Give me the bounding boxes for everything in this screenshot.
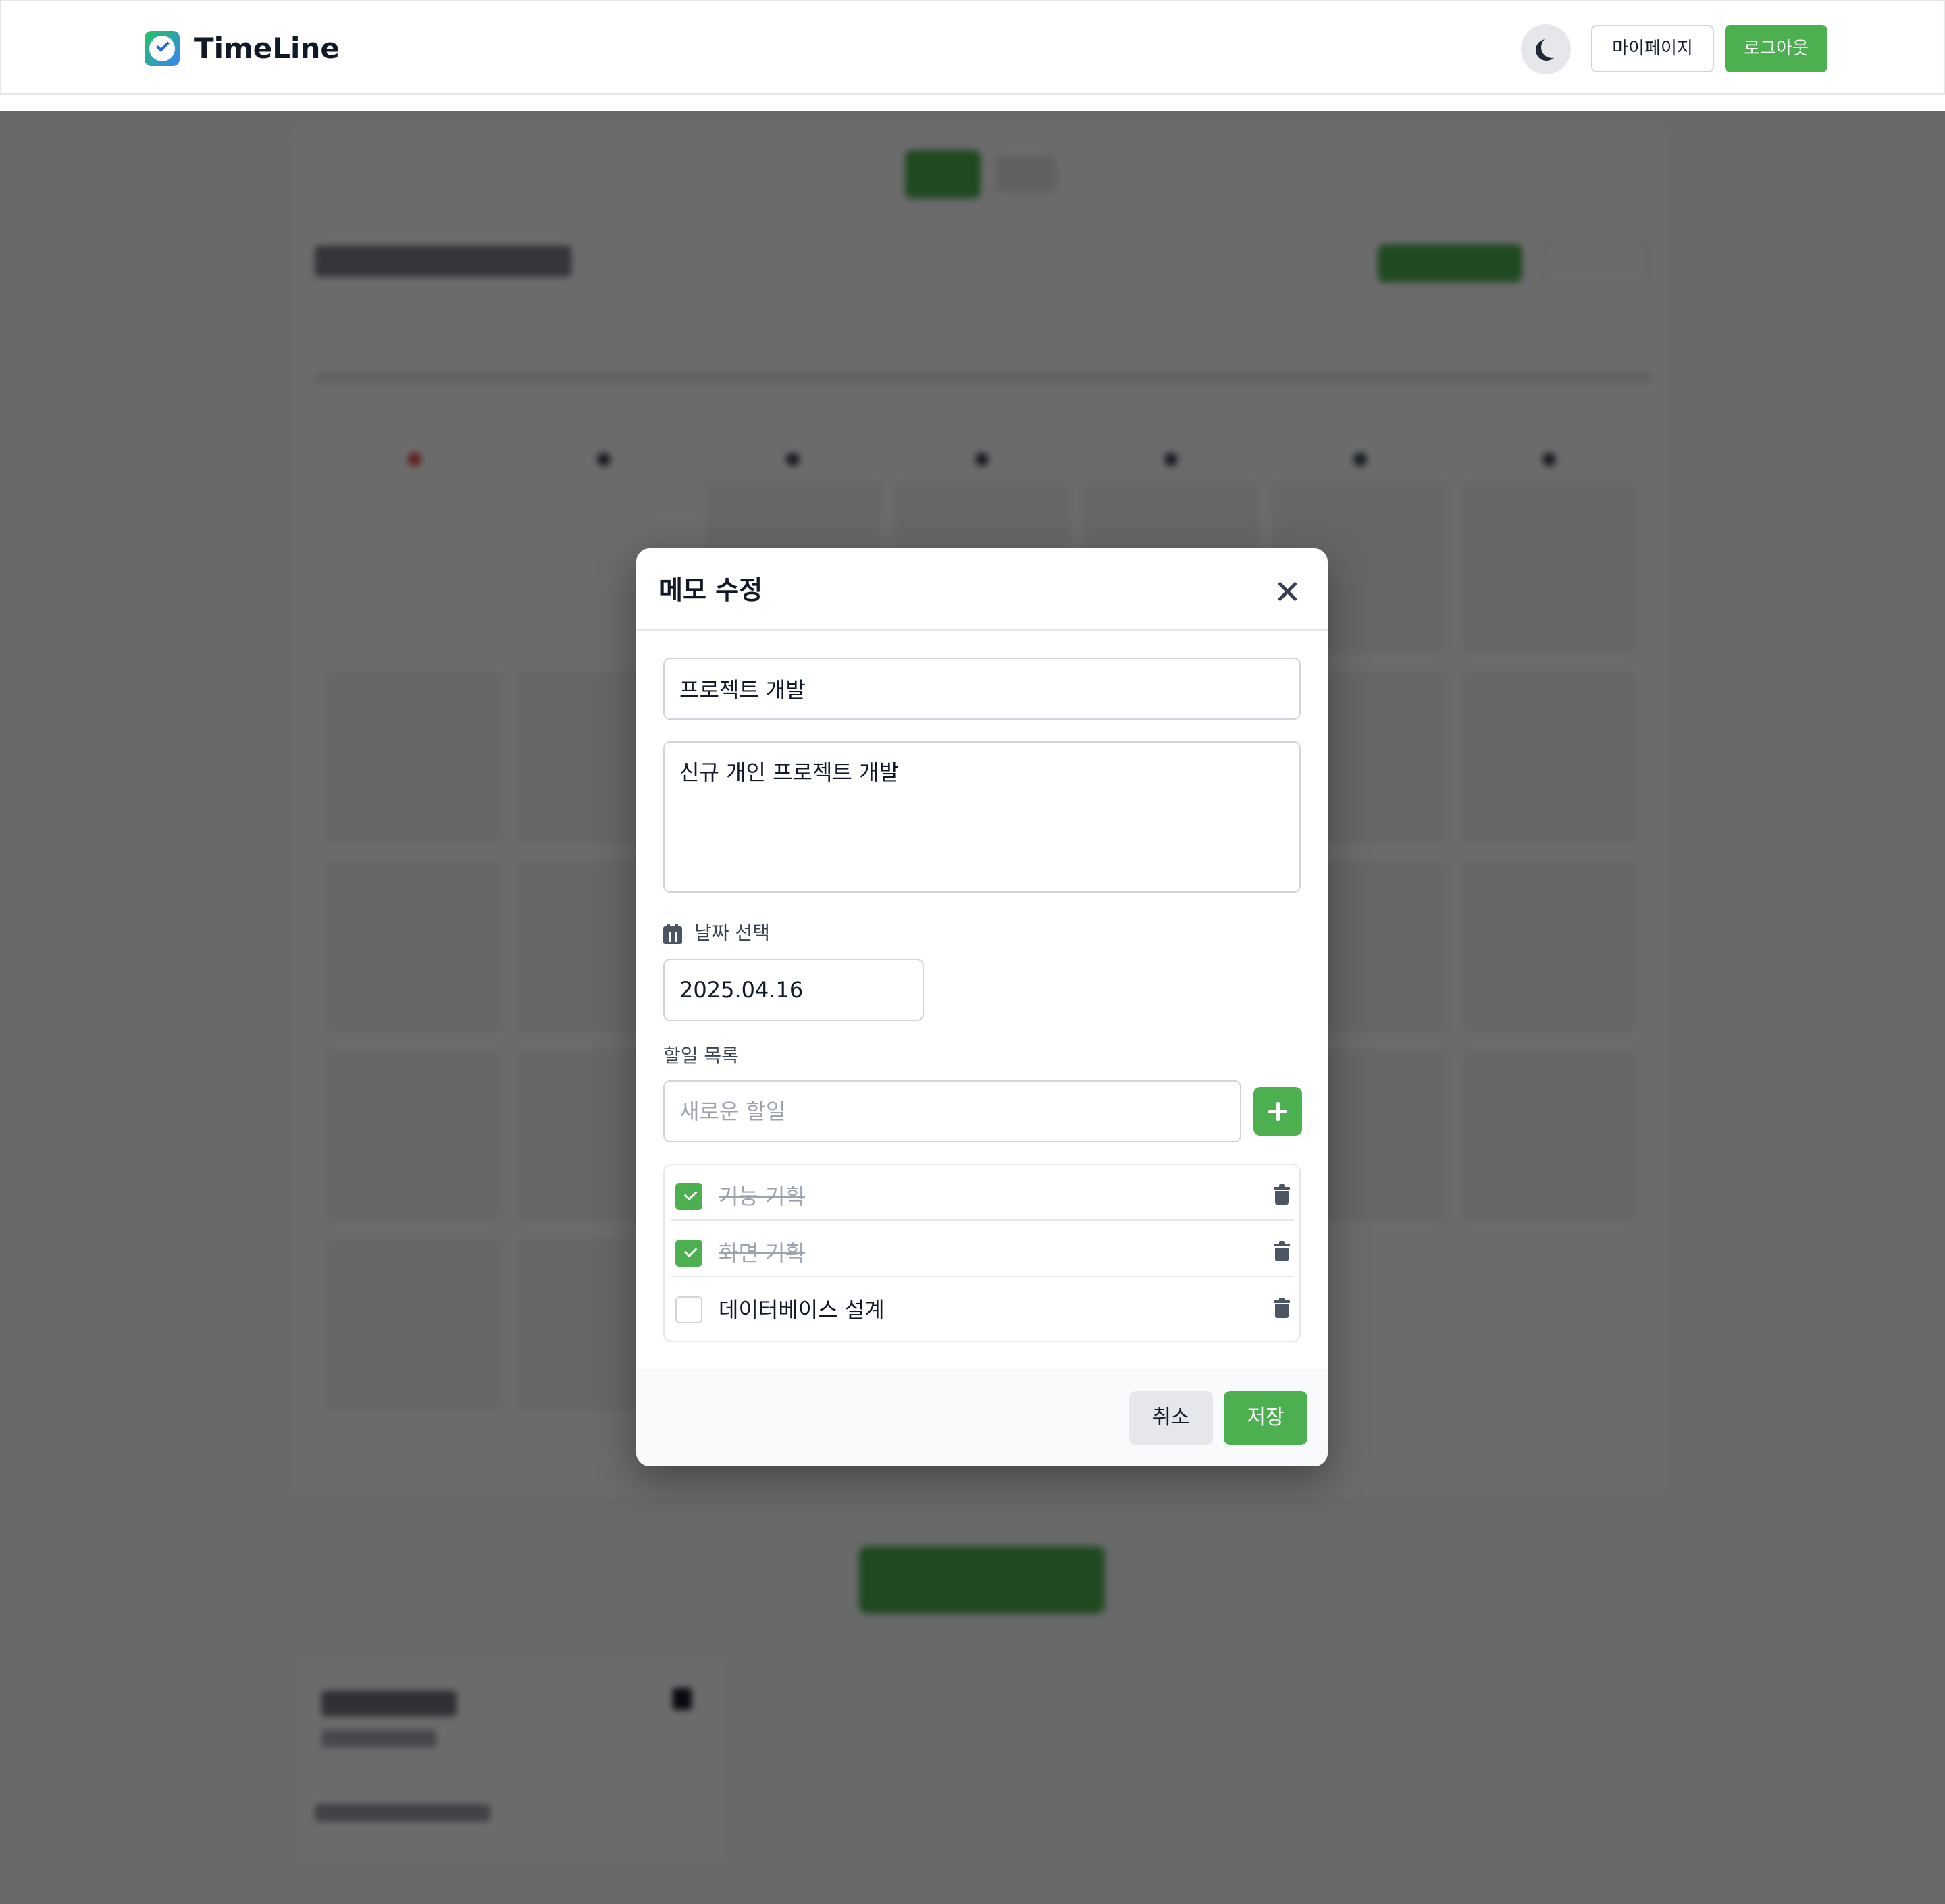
trash-icon[interactable] xyxy=(1274,1184,1290,1205)
trash-icon[interactable] xyxy=(1274,1298,1290,1318)
modal-footer: 취소 저장 xyxy=(636,1369,1328,1466)
todo-item: 화면 기획 xyxy=(671,1222,1294,1277)
logout-button[interactable]: 로그아웃 xyxy=(1725,25,1827,72)
todo-item: 데이터베이스 설계 xyxy=(671,1279,1294,1334)
theme-toggle-button[interactable] xyxy=(1521,24,1571,74)
new-todo-input[interactable] xyxy=(663,1080,1241,1142)
todo-list: 기능 기획 화면 기획 데이터베이스 설계 xyxy=(663,1164,1301,1342)
app-header: TimeLine 마이페이지 로그아웃 xyxy=(0,0,1945,95)
close-icon[interactable] xyxy=(1274,578,1301,605)
cancel-button[interactable]: 취소 xyxy=(1129,1391,1213,1445)
date-input[interactable] xyxy=(663,959,924,1021)
calendar-icon xyxy=(663,924,682,944)
todo-checkbox[interactable] xyxy=(675,1183,702,1210)
memo-title-input[interactable] xyxy=(663,658,1301,720)
todo-checkbox[interactable] xyxy=(675,1240,702,1267)
moon-icon xyxy=(1541,36,1563,58)
todo-text: 화면 기획 xyxy=(719,1240,805,1266)
add-todo-button[interactable] xyxy=(1253,1087,1302,1136)
memo-description-textarea[interactable]: 신규 개인 프로젝트 개발 xyxy=(663,741,1301,893)
brand-title: TimeLine xyxy=(194,32,340,65)
modal-header: 메모 수정 xyxy=(636,548,1328,631)
todo-checkbox[interactable] xyxy=(675,1296,702,1323)
mypage-button[interactable]: 마이페이지 xyxy=(1591,25,1714,72)
timeline-logo-icon xyxy=(145,31,180,66)
trash-icon[interactable] xyxy=(1274,1241,1290,1261)
modal-title: 메모 수정 xyxy=(659,575,763,605)
todo-text: 기능 기획 xyxy=(719,1184,805,1209)
date-label: 날짜 선택 xyxy=(694,922,770,944)
edit-memo-modal: 메모 수정 신규 개인 프로젝트 개발 날짜 선택 할일 목록 기능 기획 화면… xyxy=(636,548,1328,1466)
todo-list-label: 할일 목록 xyxy=(663,1044,739,1067)
todo-item: 기능 기획 xyxy=(671,1165,1294,1221)
save-button[interactable]: 저장 xyxy=(1224,1391,1307,1445)
todo-text: 데이터베이스 설계 xyxy=(719,1297,885,1323)
